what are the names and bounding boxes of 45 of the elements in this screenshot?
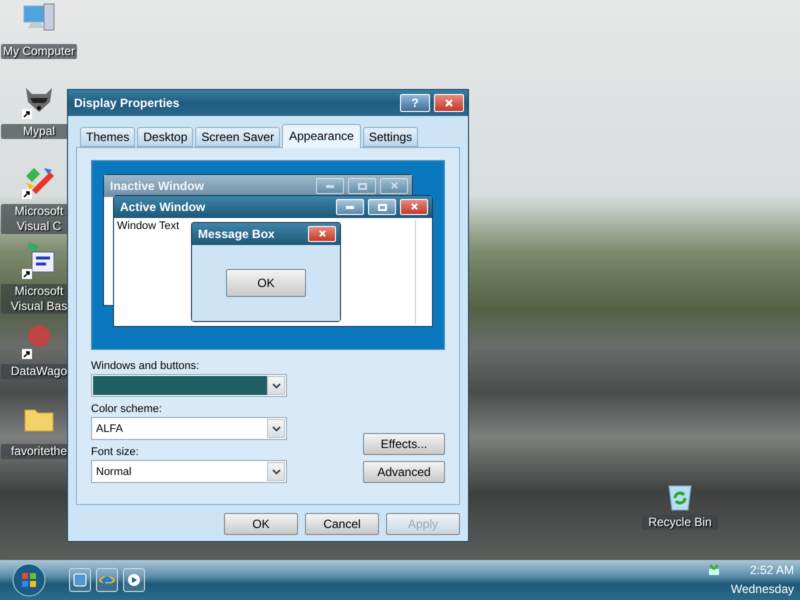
desktop-icon-label[interactable]: My Computer xyxy=(1,44,77,59)
dialog-button[interactable]: OK xyxy=(224,513,298,535)
tab[interactable]: Screen Saver xyxy=(195,127,280,147)
ok-button[interactable]: OK xyxy=(226,269,306,297)
chevron-down-icon xyxy=(272,468,280,474)
shortcut-arrow-icon xyxy=(22,189,32,199)
field-label: Windows and buttons: xyxy=(91,360,200,372)
window-title: Active Window xyxy=(120,200,206,214)
quick-launch-button[interactable] xyxy=(96,568,118,592)
close-icon xyxy=(410,203,418,211)
close-icon xyxy=(444,99,454,107)
field-label: Font size: xyxy=(91,446,140,458)
dropdown[interactable] xyxy=(91,374,287,397)
quick-launch-button[interactable] xyxy=(123,568,145,592)
media-play-icon xyxy=(127,573,141,587)
shortcut-arrow-icon xyxy=(22,349,32,359)
dialog-button[interactable]: Effects... xyxy=(363,433,445,455)
dialog-button[interactable]: Cancel xyxy=(305,513,379,535)
dialog-button[interactable]: Advanced xyxy=(363,461,445,483)
dropdown[interactable]: ALFA xyxy=(91,417,287,440)
minimize-icon xyxy=(346,206,354,208)
tab[interactable]: Themes xyxy=(80,127,136,147)
chevron-down-icon xyxy=(272,382,280,388)
tab[interactable]: Desktop xyxy=(137,127,194,147)
desktop-icon-label[interactable]: Recycle Bin xyxy=(642,515,718,530)
desktop-icon xyxy=(73,573,87,587)
field-label: Color scheme: xyxy=(91,403,163,415)
chevron-down-icon xyxy=(272,426,280,432)
shortcut-arrow-icon xyxy=(22,109,32,119)
close-icon xyxy=(390,182,398,190)
shortcut-arrow-icon xyxy=(22,269,32,279)
windows-logo-icon xyxy=(12,563,46,597)
window-title: Display Properties xyxy=(74,96,180,110)
tab[interactable]: Settings xyxy=(362,127,418,147)
tab[interactable]: Appearance xyxy=(282,124,361,148)
clock-day[interactable]: Wednesday xyxy=(730,580,794,599)
maximize-icon xyxy=(358,182,366,190)
window-title: Inactive Window xyxy=(110,179,205,193)
dropdown[interactable]: Normal xyxy=(91,460,287,483)
quick-launch-button[interactable] xyxy=(69,568,91,592)
minimize-icon xyxy=(326,184,334,188)
close-button[interactable] xyxy=(434,94,464,112)
close-icon xyxy=(318,230,326,238)
maximize-icon xyxy=(378,204,386,210)
window-title: Message Box xyxy=(198,227,276,241)
